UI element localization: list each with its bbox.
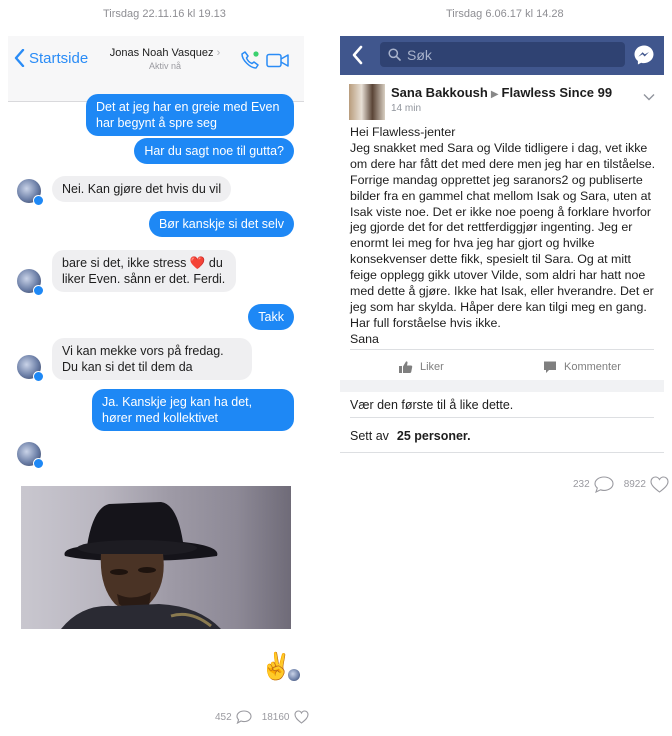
message-outgoing[interactable]: Bør kanskje si det selv [148, 211, 294, 237]
chevron-down-icon [643, 94, 655, 101]
phone-icon [241, 51, 259, 69]
left-timestamp: Tirsdag 22.11.16 kl 19.13 [103, 8, 226, 20]
speech-bubble-icon [236, 710, 252, 724]
search-icon [388, 48, 401, 61]
back-label: Startside [29, 49, 89, 67]
back-button[interactable]: Startside [14, 49, 88, 67]
video-camera-icon [266, 53, 289, 68]
right-stats: 232 8922 [573, 476, 672, 493]
first-like-prompt: Vær den første til å like dette. [350, 398, 514, 412]
author-name: Sana Bakkoush [391, 85, 488, 100]
search-input[interactable]: Søk [380, 42, 625, 67]
seen-count: 25 personer. [396, 429, 471, 443]
message-outgoing[interactable]: Ja. Kanskje jeg kan ha det, hører med ko… [92, 389, 294, 431]
like-count: 8922 [623, 479, 646, 490]
post-time: 14 min [391, 103, 422, 114]
divider [350, 417, 654, 418]
chevron-right-icon: › [216, 47, 221, 59]
like-label: Liker [420, 361, 444, 373]
seen-by[interactable]: Sett av 25 personer. [350, 429, 471, 443]
speech-bubble-icon [594, 476, 614, 493]
conversation-title[interactable]: Jonas Noah Vasquez › Aktiv nå [100, 47, 230, 71]
photo-illustration [61, 502, 221, 629]
messenger-header: Startside Jonas Noah Vasquez › Aktiv nå [8, 36, 304, 102]
search-placeholder: Søk [407, 46, 432, 63]
heart-icon [293, 710, 309, 724]
message-incoming[interactable]: Nei. Kan gjøre det hvis du vil [52, 176, 232, 202]
facebook-screen: Søk Sana Bakkoush ▶ Flawless Since 99 14 m… [340, 28, 669, 732]
message-outgoing[interactable]: Har du sagt noe til gutta? [134, 138, 294, 164]
messenger-badge-icon [33, 285, 44, 296]
messenger-screen: Startside Jonas Noah Vasquez › Aktiv nå … [8, 28, 309, 732]
video-call-button[interactable] [266, 53, 290, 73]
back-button[interactable] [351, 45, 363, 70]
divider [340, 452, 664, 453]
messenger-button[interactable] [633, 44, 655, 71]
author-avatar[interactable] [349, 84, 385, 120]
contact-status: Aktiv nå [148, 61, 181, 71]
left-stats: 452 18160 [215, 710, 319, 724]
messenger-icon [634, 45, 654, 65]
divider [350, 349, 654, 350]
group-name: Flawless Since 99 [501, 85, 613, 100]
like-button[interactable]: Liker [398, 360, 444, 374]
messenger-badge-icon [33, 195, 44, 206]
arrow-right-icon: ▶ [490, 89, 499, 100]
chevron-left-icon [14, 49, 25, 67]
message-outgoing[interactable]: Takk [248, 304, 294, 330]
avatar[interactable] [17, 179, 44, 206]
comment-button[interactable]: Kommenter [543, 360, 621, 374]
messenger-badge-icon [33, 458, 44, 469]
message-incoming[interactable]: Vi kan mekke vors på fredag. Du kan si d… [52, 338, 252, 380]
messenger-badge-icon [33, 371, 44, 382]
shared-photo[interactable] [21, 486, 291, 629]
comment-icon [544, 361, 556, 373]
heart-icon [650, 476, 669, 493]
message-incoming[interactable]: bare si det, ikke stress ❤️ du liker Eve… [52, 250, 236, 292]
facebook-top-bar: Søk [340, 36, 664, 75]
call-button[interactable] [240, 50, 260, 75]
post-body: Hei Flawless-jenter Jeg snakket med Sara… [350, 125, 656, 346]
read-receipt-avatar [288, 669, 300, 681]
section-gap [340, 380, 664, 392]
comment-label: Kommenter [564, 361, 621, 373]
comment-count: 232 [573, 479, 590, 490]
contact-name: Jonas Noah Vasquez [109, 47, 214, 59]
thumbs-up-icon [399, 361, 413, 373]
like-count: 18160 [261, 711, 290, 723]
seen-label: Sett av [350, 429, 389, 443]
message-text: bare si det, ikke stress [62, 256, 187, 270]
chevron-left-icon [352, 45, 363, 65]
post-options-button[interactable] [643, 88, 655, 106]
heart-emoji: ❤️ [189, 256, 206, 270]
post-header[interactable]: Sana Bakkoush ▶ Flawless Since 99 [391, 85, 612, 100]
comment-count: 452 [215, 711, 232, 723]
avatar[interactable] [17, 355, 44, 382]
avatar[interactable] [17, 442, 44, 469]
message-outgoing[interactable]: Det at jeg har en greie med Even har beg… [86, 94, 294, 136]
right-timestamp: Tirsdag 6.06.17 kl 14.28 [446, 8, 564, 20]
avatar[interactable] [17, 269, 44, 296]
